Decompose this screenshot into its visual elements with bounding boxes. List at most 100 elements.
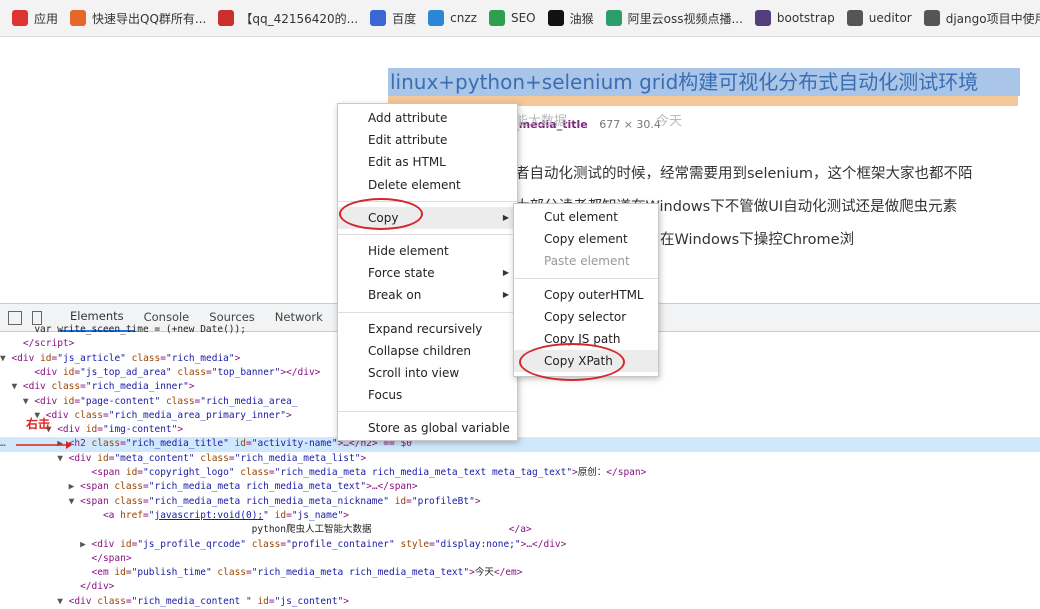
bookmark-item[interactable]: bootstrap bbox=[754, 10, 835, 26]
dom-node-line[interactable]: </div> bbox=[0, 580, 1040, 594]
menu-separator bbox=[338, 234, 517, 235]
menu-item-label: Edit as HTML bbox=[368, 155, 446, 170]
article-publish-time: 今天 bbox=[656, 114, 683, 129]
ueditor-icon bbox=[846, 10, 863, 26]
dom-node-line[interactable]: ▼ <div class="rich_media_area_primary_in… bbox=[0, 409, 1040, 423]
aliyun-cloud-icon bbox=[605, 10, 622, 26]
bootstrap-icon bbox=[754, 10, 771, 26]
tooltip-element-size: 677 × 30.4 bbox=[599, 118, 661, 131]
csdn-icon bbox=[218, 10, 235, 26]
bookmark-label: 【qq_42156420的... bbox=[240, 11, 359, 26]
bookmark-item[interactable]: cnzz bbox=[428, 10, 477, 26]
menu-item-force-state[interactable]: Force state ▶ bbox=[338, 262, 517, 284]
bookmark-item[interactable]: 百度 bbox=[370, 10, 416, 27]
menu-separator bbox=[338, 311, 517, 313]
menu-item-hide-element[interactable]: Hide element bbox=[338, 240, 517, 262]
django-icon bbox=[923, 10, 940, 26]
menu-item-collapse-children[interactable]: Collapse children bbox=[338, 340, 517, 362]
submenu-arrow-icon: ▶ bbox=[502, 268, 509, 278]
copy-xpath-highlight-ellipse bbox=[519, 343, 625, 381]
baidu-paw-icon bbox=[370, 10, 387, 26]
menu-item-delete-element[interactable]: Delete element bbox=[338, 174, 517, 196]
right-click-arrow-icon bbox=[16, 441, 72, 449]
menu-separator bbox=[514, 277, 658, 279]
menu-item-add-attribute[interactable]: Add attribute bbox=[338, 107, 517, 129]
article-paragraph-line: 者自动化测试的时候，经常需要用到selenium，这个框架大家也都不陌 bbox=[515, 166, 973, 182]
menu-item-label: Paste element bbox=[544, 254, 630, 269]
menu-item-label: Focus bbox=[368, 388, 403, 403]
seo-icon bbox=[488, 10, 505, 26]
dom-node-line[interactable]: ▼ <div id="img-content"> bbox=[0, 423, 1040, 437]
bookmarks-bar: 应用 快速导出QQ群所有... 【qq_42156420的... 百度 cnzz SEO 油… bbox=[0, 0, 1040, 37]
menu-item-expand-recursively[interactable]: Expand recursively bbox=[338, 318, 517, 340]
menu-item-label: Copy element bbox=[544, 232, 628, 247]
menu-item-label: Expand recursively bbox=[368, 321, 483, 336]
bookmark-item[interactable]: 阿里云oss视频点播... bbox=[605, 10, 743, 27]
menu-item-label: Cut element bbox=[544, 210, 618, 224]
menu-item-scroll-into-view[interactable]: Scroll into view bbox=[338, 362, 517, 384]
dom-node-line[interactable]: ▼ <div class="rich_media_inner"> bbox=[0, 380, 1040, 394]
menu-item-copy-element[interactable]: Copy element bbox=[514, 228, 658, 250]
bookmark-label: bootstrap bbox=[776, 11, 835, 25]
dom-node-line[interactable]: ▼ <div id="meta_content" class="rich_med… bbox=[0, 452, 1040, 466]
menu-item-label: Delete element bbox=[368, 177, 461, 192]
bookmark-label: 快速导出QQ群所有... bbox=[92, 11, 207, 26]
bookmark-label: ueditor bbox=[868, 11, 912, 25]
dom-node-line[interactable]: python爬虫人工智能大数据 </a> bbox=[0, 523, 1040, 537]
bookmark-item[interactable]: django项目中使用... bbox=[923, 10, 1040, 27]
bookmark-label: django项目中使用... bbox=[945, 11, 1040, 26]
article-title[interactable]: linux+python+selenium grid构建可视化分布式自动化测试环… bbox=[388, 68, 1020, 96]
dom-node-line[interactable]: <a href="javascript:void(0);" id="js_nam… bbox=[0, 509, 1040, 523]
bookmark-icon bbox=[70, 10, 87, 26]
bookmark-label: 应用 bbox=[34, 11, 59, 26]
menu-item-paste-element: Paste element bbox=[514, 250, 658, 272]
dom-node-line[interactable]: </span> bbox=[0, 552, 1040, 566]
bookmark-item[interactable]: ueditor bbox=[846, 10, 912, 26]
dom-node-line[interactable]: ▶ <div id="js_profile_qrcode" class="pro… bbox=[0, 538, 1040, 552]
dom-node-line[interactable]: ▼ <span class="rich_media_meta rich_medi… bbox=[0, 495, 1040, 509]
bookmark-item[interactable]: SEO bbox=[488, 10, 536, 26]
apps-grid-icon bbox=[12, 10, 28, 26]
bookmark-label: 百度 bbox=[392, 11, 417, 26]
dom-node-line[interactable]: ▶ <span class="rich_media_meta rich_medi… bbox=[0, 480, 1040, 494]
menu-item-label: Copy outerHTML bbox=[544, 287, 644, 302]
menu-item-label: Copy selector bbox=[544, 309, 627, 324]
menu-item-cut-element[interactable]: Cut element bbox=[514, 206, 658, 228]
menu-item-label: Break on bbox=[368, 288, 422, 303]
menu-item-copy-selector[interactable]: Copy selector bbox=[514, 306, 658, 328]
submenu-arrow-icon: ▶ bbox=[502, 212, 509, 222]
dom-node-line[interactable]: <span id="copyright_logo" class="rich_me… bbox=[0, 466, 1040, 480]
menu-item-label: Collapse children bbox=[368, 343, 471, 358]
menu-item-edit-attribute[interactable]: Edit attribute bbox=[338, 129, 517, 151]
menu-item-label: Add attribute bbox=[368, 111, 448, 125]
dom-node-line[interactable]: ▼ <div id="page-content" class="rich_med… bbox=[0, 395, 1040, 409]
menu-item-label: Hide element bbox=[368, 244, 449, 258]
bookmark-item[interactable]: 快速导出QQ群所有... bbox=[70, 10, 206, 27]
menu-item-focus[interactable]: Focus bbox=[338, 384, 517, 406]
cnzz-icon bbox=[428, 10, 445, 26]
menu-item-label: Scroll into view bbox=[368, 366, 460, 380]
bookmark-item[interactable]: 应用 bbox=[12, 10, 58, 27]
bookmark-label: 阿里云oss视频点播... bbox=[627, 11, 743, 26]
menu-item-label: Store as global variable bbox=[368, 421, 510, 436]
dom-node-line[interactable]: ▼ <div class="rich_media_content " id="j… bbox=[0, 595, 1040, 609]
bookmark-label: 油猴 bbox=[569, 11, 594, 26]
menu-item-break-on[interactable]: Break on ▶ bbox=[338, 284, 517, 306]
context-menu: Add attribute Edit attribute Edit as HTML D… bbox=[337, 103, 518, 441]
menu-item-label: Force state bbox=[368, 266, 435, 281]
menu-item-edit-as-html[interactable]: Edit as HTML bbox=[338, 151, 517, 173]
menu-item-store-as-global-variable[interactable]: Store as global variable bbox=[338, 417, 517, 439]
copy-highlight-ellipse bbox=[339, 198, 423, 230]
bookmark-label: cnzz bbox=[450, 11, 477, 25]
bookmark-item[interactable]: 【qq_42156420的... bbox=[218, 10, 358, 27]
right-click-annotation: 右击 bbox=[26, 417, 51, 431]
menu-separator bbox=[338, 411, 517, 413]
bookmark-label: SEO bbox=[510, 11, 536, 25]
menu-item-label: Edit attribute bbox=[368, 133, 448, 148]
tampermonkey-icon bbox=[547, 10, 564, 26]
dom-node-selected[interactable]: … ▶ <h2 class="rich_media_title" id="act… bbox=[0, 437, 1040, 452]
submenu-arrow-icon: ▶ bbox=[502, 290, 509, 300]
dom-node-line[interactable]: <em id="publish_time" class="rich_media_… bbox=[0, 566, 1040, 580]
menu-item-copy-outerhtml[interactable]: Copy outerHTML bbox=[514, 284, 658, 306]
bookmark-item[interactable]: 油猴 bbox=[547, 10, 594, 27]
